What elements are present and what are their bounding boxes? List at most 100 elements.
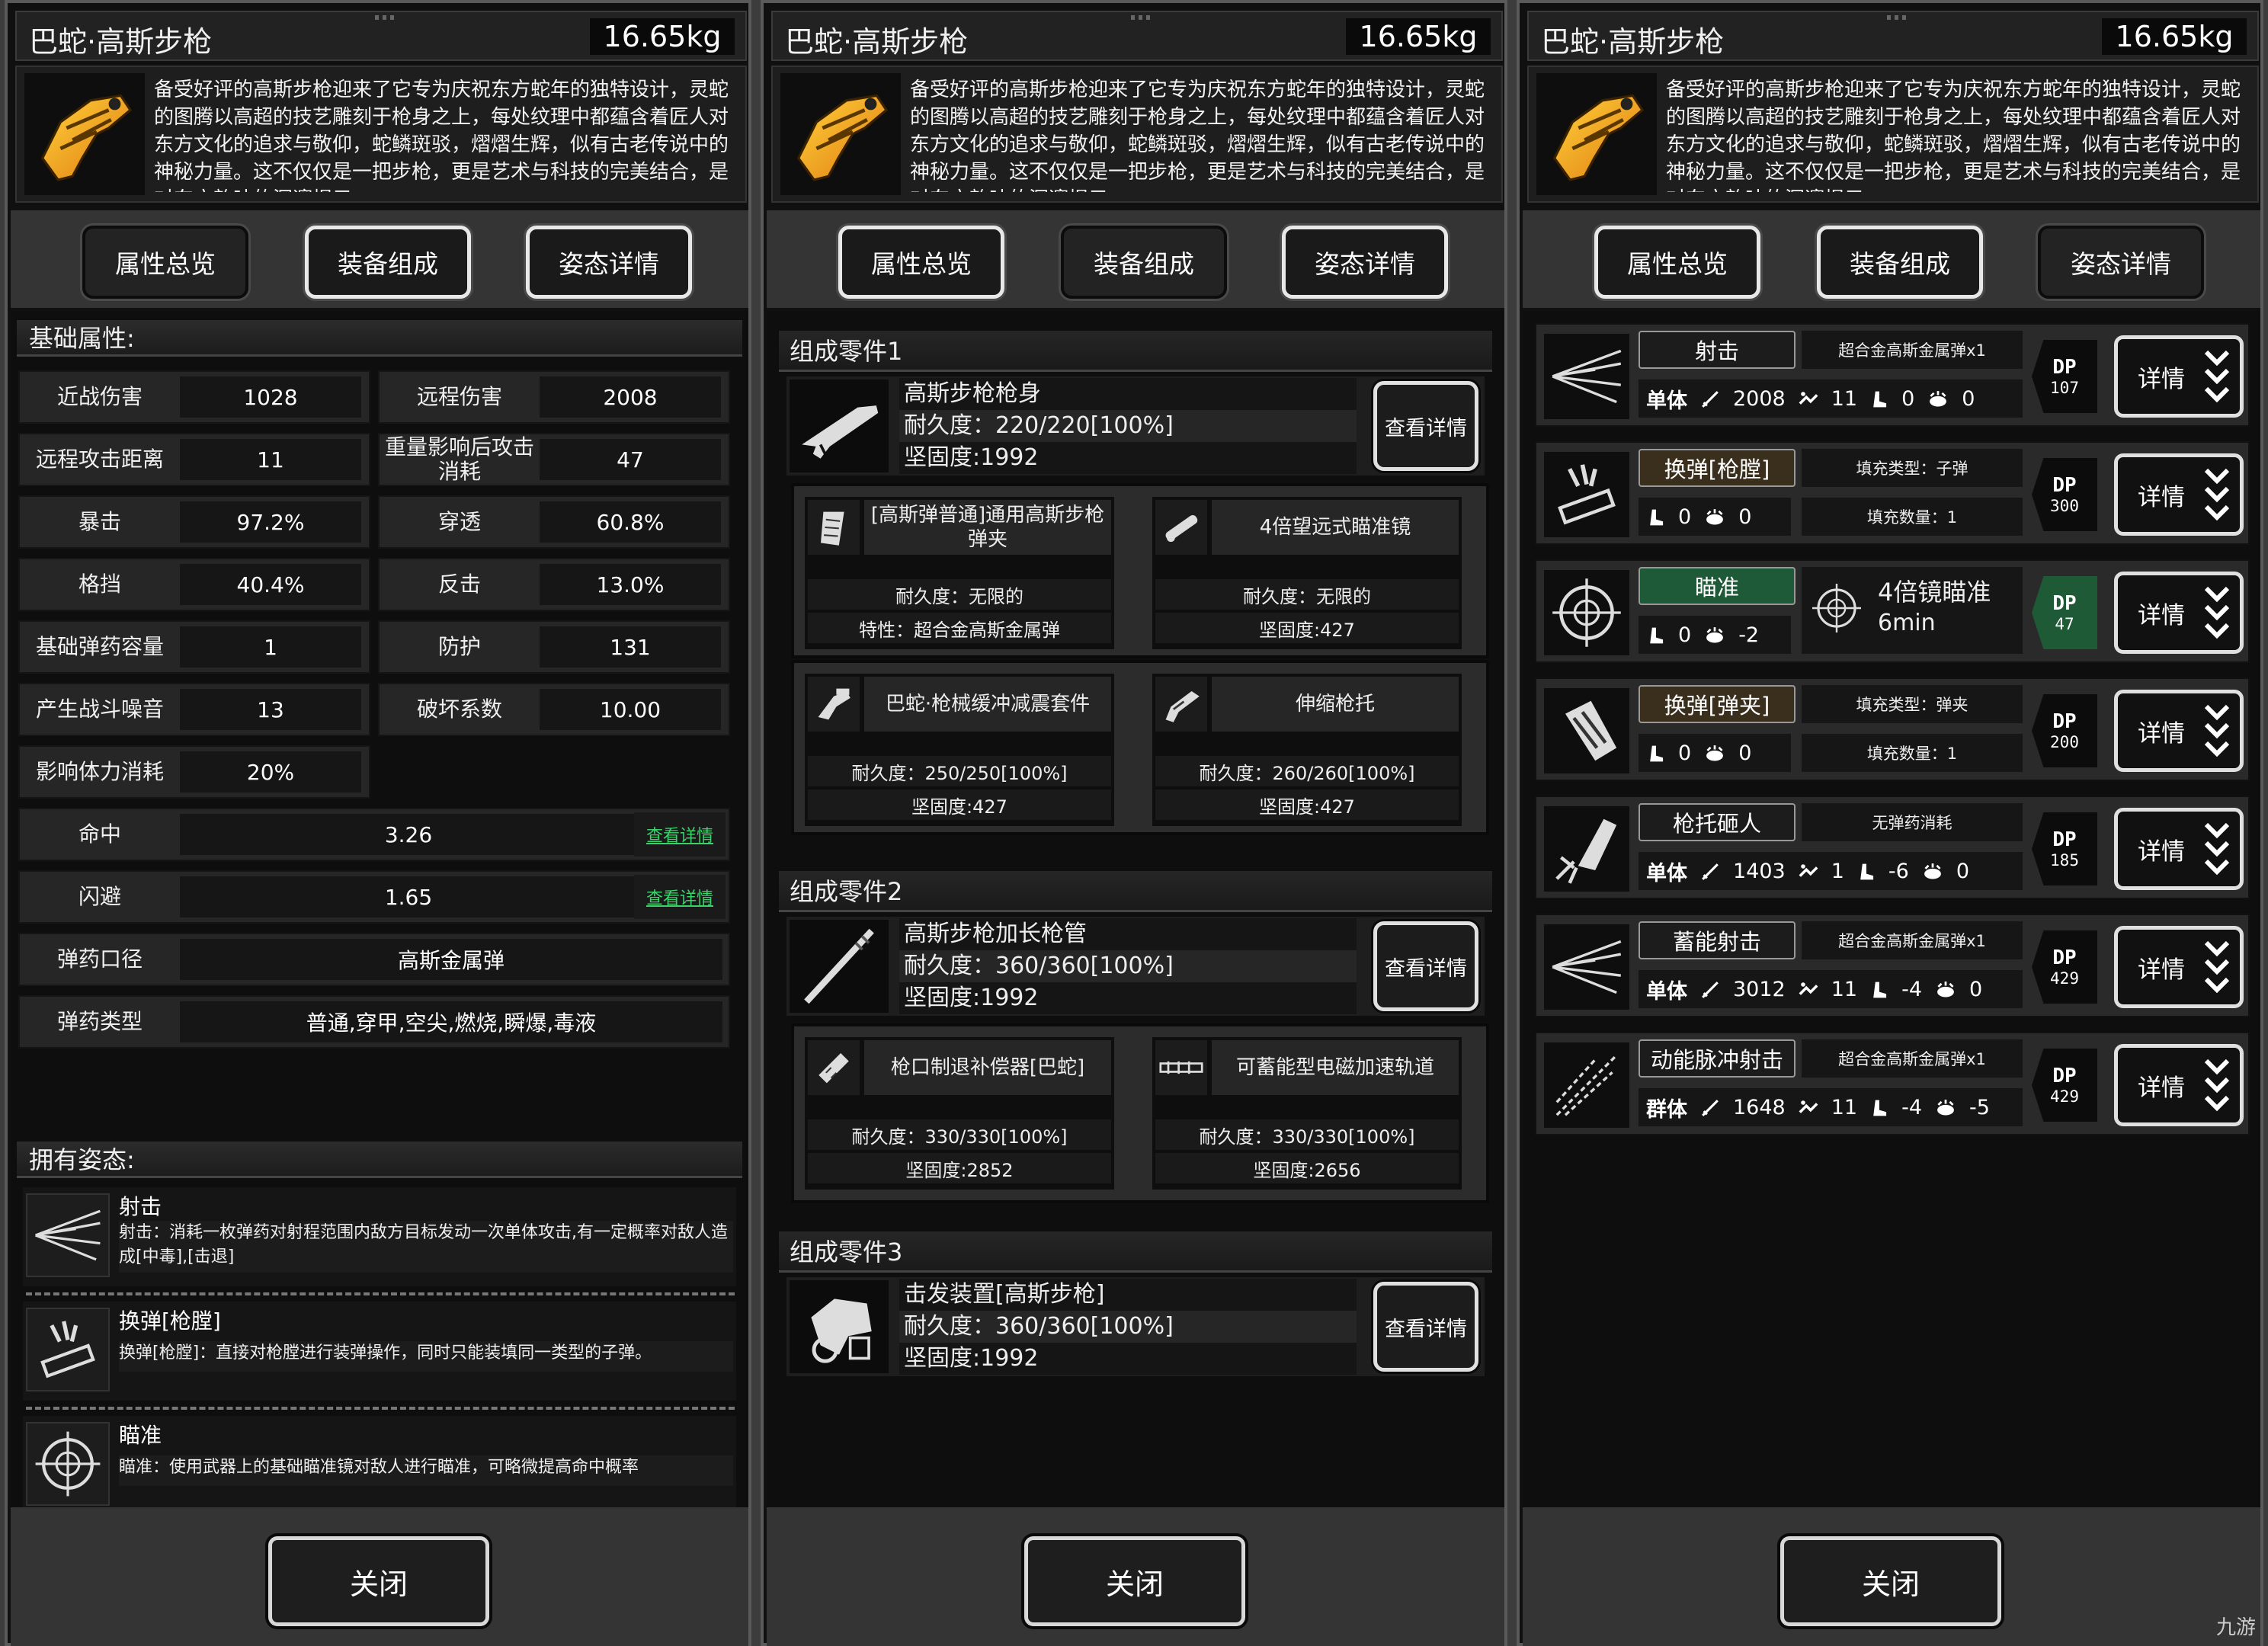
dp-label: DP [2052,592,2077,615]
stat-label: 反击 [437,572,481,597]
subparts-grid: 枪口制退补偿器[巴蛇] 耐久度：330/330[100%] 坚固度:2852 可… [791,1023,1489,1203]
stat-value: 1 [180,626,361,668]
ammo-cost: 超合金高斯金属弹x1 [1802,1039,2023,1078]
close-button[interactable]: 关闭 [268,1536,489,1626]
noise-value: -2 [1738,623,1760,647]
stat-9: 防护 131 [378,620,730,674]
stat-label: 基础弹药容量 [35,634,164,659]
subpart-stock[interactable]: 伸缩枪托 耐久度：260/260[100%] 坚固度:427 [1152,674,1462,826]
tab-poses[interactable]: 姿态详情 [2038,226,2204,299]
skill-stats: 00 [1639,498,1791,536]
tab-attributes[interactable]: 属性总览 [838,226,1004,299]
stamina-value: -4 [1901,1095,1922,1119]
close-button[interactable]: 关闭 [1024,1536,1245,1626]
pose-name: 射击 [119,1194,162,1219]
stat-label: 闪避 [78,884,121,909]
accuracy-icon [1798,387,1819,411]
tab-poses[interactable]: 姿态详情 [526,226,692,299]
noise-value: 0 [1738,741,1752,765]
stat-value: 普通,穿甲,空尖,燃烧,瞬爆,毒液 [180,1001,722,1042]
equipment-content[interactable]: 组成零件1 高斯步枪枪身 耐久度：220/220[100%] 坚固度:1992 … [767,311,1504,1507]
subparts-grid: 巴蛇·枪械缓冲减震套件 耐久度：250/250[100%] 坚固度:427 伸缩… [791,660,1489,835]
subpart-magazine[interactable]: [高斯弹普通]通用高斯步枪弹夹 耐久度：无限的 特性：超合金高斯金属弹 [805,497,1114,649]
subpart-rail[interactable]: 可蓄能型电磁加速轨道 耐久度：330/330[100%] 坚固度:2656 [1152,1037,1462,1190]
tab-equipment[interactable]: 装备组成 [305,226,471,299]
stat-7: 反击 13.0% [378,558,730,611]
skill-detail-button[interactable]: 详情 [2114,926,2244,1008]
skill-detail-button[interactable]: 详情 [2114,572,2244,654]
skill-detail-button[interactable]: 详情 [2114,690,2244,772]
pose-name: 瞄准 [119,1423,162,1448]
drag-grip[interactable] [1887,15,1910,20]
stamina-icon [1869,1096,1889,1119]
detail-label: 详情 [2138,719,2185,748]
noise-value: 0 [1956,859,1970,883]
view-details-button[interactable]: 查看详情 [1373,921,1478,1011]
accuracy-value: 11 [1831,386,1858,411]
tab-attributes[interactable]: 属性总览 [1594,226,1760,299]
subpart-scope[interactable]: 4倍望远式瞄准镜 耐久度：无限的 坚固度:427 [1152,497,1462,649]
noise-icon [1703,741,1726,765]
muzzle-brake-icon [808,1040,860,1095]
accuracy-icon [1798,1096,1819,1119]
dp-badge: DP 107 [2032,340,2097,413]
stamina-icon [1869,387,1889,411]
barrel-icon [790,920,889,1013]
footer: 关闭 [767,1507,1504,1646]
view-details-button[interactable]: 查看详情 [1373,381,1478,471]
dp-badge: DP 185 [2032,812,2097,885]
skill-detail-button[interactable]: 详情 [2114,335,2244,418]
pose-item-aim: 瞄准 瞄准：使用武器上的基础瞄准镜对敌人进行瞄准，可略微提高命中概率 [23,1416,736,1507]
pose-name: 换弹[枪膛] [119,1308,221,1334]
dp-badge: DP 47 [2032,576,2097,649]
part-header: 组成零件2 [779,871,1492,912]
panel-attributes: 巴蛇·高斯步枪 16.65kg 备受好评的高斯步枪迎来了它专为庆祝东方蛇年的独特… [5,0,751,1646]
dp-value: 429 [2050,969,2079,988]
fill-type: 填充类型：弹夹 [1802,685,2023,723]
subpart-row2: 坚固度:427 [1155,789,1459,820]
tab-equipment[interactable]: 装备组成 [1817,226,1983,299]
subpart-muzzle-brake[interactable]: 枪口制退补偿器[巴蛇] 耐久度：330/330[100%] 坚固度:2852 [805,1037,1114,1190]
panel-poses: 巴蛇·高斯步枪 16.65kg 备受好评的高斯步枪迎来了它专为庆祝东方蛇年的独特… [1517,0,2263,1646]
view-details-link[interactable]: 查看详情 [634,812,726,857]
dp-value: 185 [2050,851,2079,869]
view-details-link[interactable]: 查看详情 [634,875,726,919]
skill-stats: 00 [1639,734,1791,772]
wide-stat-0: 命中 3.26 查看详情 [18,808,730,861]
close-button[interactable]: 关闭 [1780,1536,2001,1626]
skill-detail-button[interactable]: 详情 [2114,453,2244,536]
skill-detail-button[interactable]: 详情 [2114,1044,2244,1126]
damage-value: 1648 [1733,1095,1786,1119]
stamina-icon [1646,505,1666,529]
skill-row: 动能脉冲射击 超合金高斯金属弹x1 群体 1648 11 -4 -5 DP 429 详情 [1535,1032,2250,1135]
fill-count: 填充数量：1 [1802,498,2023,536]
skill-name: 射击 [1639,331,1796,369]
shoot-icon [1544,334,1629,419]
tab-poses[interactable]: 姿态详情 [1282,226,1448,299]
drag-grip[interactable] [375,15,398,20]
accuracy-icon [1798,978,1819,1001]
skill-detail-button[interactable]: 详情 [2114,808,2244,890]
tab-equipment[interactable]: 装备组成 [1061,226,1227,299]
wide-stat-3: 弹药类型 普通,穿甲,空尖,燃烧,瞬爆,毒液 [18,995,730,1049]
scope-crosshair-icon [1806,578,1867,639]
view-details-button[interactable]: 查看详情 [1373,1282,1478,1372]
tab-attributes[interactable]: 属性总览 [82,226,248,299]
stat-4: 暴击 97.2% [18,495,370,549]
drag-grip[interactable] [1131,15,1154,20]
footer: 关闭 [11,1507,748,1646]
subpart-buffer-kit[interactable]: 巴蛇·枪械缓冲减震套件 耐久度：250/250[100%] 坚固度:427 [805,674,1114,826]
poses-header: 拥有姿态: [17,1142,742,1178]
noise-value: 0 [1969,977,1983,1001]
dp-badge: DP 429 [2032,930,2097,1004]
accuracy-value: 11 [1831,1095,1858,1119]
ammo-cost: 超合金高斯金属弹x1 [1802,331,2023,369]
stat-6: 格挡 40.4% [18,558,370,611]
skill-stats: 单体 3012 11 -4 0 [1639,970,2023,1008]
damage-value: 2008 [1733,386,1786,411]
attributes-content[interactable]: 基础属性: 近战伤害 1028 远程伤害 2008 远程攻击距离 11 重量影响后攻击消耗 4… [11,311,748,1507]
basic-attributes-header: 基础属性: [17,320,742,357]
stat-1: 远程伤害 2008 [378,370,730,424]
stat-label: 远程伤害 [416,384,502,409]
poses-content[interactable]: 射击 超合金高斯金属弹x1 单体 2008 11 0 0 DP 107 详情 换弹[枪膛] 填充类型：… [1523,311,2260,1507]
